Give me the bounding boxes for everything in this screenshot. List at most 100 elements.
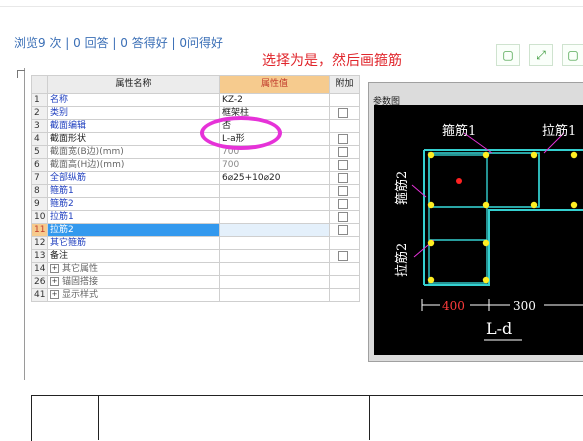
property-name[interactable]: + 锚固搭接 <box>47 275 220 289</box>
property-value[interactable] <box>219 223 330 237</box>
property-grid: 属性名称 属性值 附加 1 名称 KZ-2 2 类别 框架柱 3 截面编辑否 4 截面形状 L-a形… <box>31 75 360 302</box>
property-extra <box>329 210 360 224</box>
stirrup1-rect <box>428 152 540 208</box>
header-name[interactable]: 属性名称 <box>47 75 220 94</box>
property-name-label: 其它箍筋 <box>50 238 87 248</box>
property-name[interactable]: 类别 <box>47 106 220 120</box>
extra-checkbox[interactable] <box>338 198 348 209</box>
grid-row[interactable]: 12 其它箍筋 <box>31 236 360 250</box>
highlight-ellipse <box>200 116 282 150</box>
property-value[interactable] <box>219 184 330 198</box>
window-button[interactable]: ▢ <box>496 44 520 66</box>
property-name[interactable]: 其它箍筋 <box>47 236 220 250</box>
expand-icon[interactable]: + <box>50 290 59 299</box>
property-extra <box>329 158 360 172</box>
extra-checkbox[interactable] <box>338 107 348 118</box>
extra-checkbox[interactable] <box>338 211 348 222</box>
property-extra <box>329 132 360 146</box>
property-name[interactable]: 拉筋1 <box>47 210 220 224</box>
corner-mark <box>17 70 25 78</box>
extra-checkbox[interactable] <box>338 172 348 183</box>
property-name[interactable]: 备注 <box>47 249 220 263</box>
property-value[interactable]: 6⌀25+10⌀20 <box>219 171 330 185</box>
header-value[interactable]: 属性值 <box>219 75 330 94</box>
property-name-label: 截面形状 <box>50 134 87 144</box>
left-divider <box>24 68 25 380</box>
property-name-label: 拉筋1 <box>50 212 74 222</box>
property-value[interactable]: KZ-2 <box>219 93 330 107</box>
grid-header: 属性名称 属性值 附加 <box>31 75 360 94</box>
property-name[interactable]: 截面编辑 <box>47 119 220 133</box>
window-icon: ▢ <box>502 48 514 62</box>
property-extra <box>329 171 360 185</box>
property-name[interactable]: + 显示样式 <box>47 288 220 302</box>
property-name[interactable]: 截面高(H边)(mm) <box>47 158 220 172</box>
grid-row[interactable]: 5 截面宽(B边)(mm) 700 <box>31 145 360 159</box>
property-name-label: 拉筋2 <box>50 225 74 235</box>
row-number: 1 <box>31 93 48 107</box>
extra-checkbox[interactable] <box>338 146 348 157</box>
property-extra <box>329 197 360 211</box>
top-border <box>0 6 583 7</box>
property-name[interactable]: 箍筋2 <box>47 197 220 211</box>
question-stats: 浏览9 次 | 0 回答 | 0 答得好 | 0问得好 <box>14 36 223 50</box>
row-number: 11 <box>31 223 48 237</box>
grid-row[interactable]: 9 箍筋2 <box>31 197 360 211</box>
property-value[interactable] <box>219 197 330 211</box>
grid-row[interactable]: 3 截面编辑否 <box>31 119 360 133</box>
property-name[interactable]: 拉筋2 <box>47 223 220 237</box>
property-name[interactable]: 箍筋1 <box>47 184 220 198</box>
property-value[interactable] <box>219 288 330 302</box>
property-name-label: 其它属性 <box>62 264 99 274</box>
extra-checkbox[interactable] <box>338 185 348 196</box>
stirrup2-rect <box>428 154 488 284</box>
expand-icon[interactable]: + <box>50 277 59 286</box>
property-name[interactable]: 截面形状 <box>47 132 220 146</box>
label-tie1: 拉筋1 <box>542 123 576 139</box>
row-number: 4 <box>31 132 48 146</box>
row-number: 3 <box>31 119 48 133</box>
property-name-label: 全部纵筋 <box>50 173 87 183</box>
grid-row[interactable]: 4 截面形状 L-a形 <box>31 132 360 146</box>
expand-icon[interactable]: + <box>50 264 59 273</box>
grid-row[interactable]: 8 箍筋1 <box>31 184 360 198</box>
property-name-label: 显示样式 <box>62 290 99 300</box>
row-number: 6 <box>31 158 48 172</box>
extra-checkbox[interactable] <box>338 133 348 144</box>
grid-row[interactable]: 13 备注 <box>31 249 360 263</box>
property-name-label: 备注 <box>50 251 69 261</box>
row-number: 7 <box>31 171 48 185</box>
grid-row[interactable]: 26 + 锚固搭接 <box>31 275 360 289</box>
grid-row[interactable]: 1 名称 KZ-2 <box>31 93 360 107</box>
property-value[interactable] <box>219 210 330 224</box>
property-value[interactable]: 700 <box>219 158 330 172</box>
property-value[interactable] <box>219 236 330 250</box>
grid-row[interactable]: 6 截面高(H边)(mm) 700 <box>31 158 360 172</box>
grid-row[interactable]: 7 全部纵筋 6⌀25+10⌀20 <box>31 171 360 185</box>
property-extra <box>329 119 360 133</box>
property-value[interactable] <box>219 249 330 263</box>
parameter-panel: 参数图 箍筋1 拉筋1 箍筋2 拉筋2 400 300 L-d <box>368 82 583 362</box>
property-name[interactable]: 截面宽(B边)(mm) <box>47 145 220 159</box>
grid-row[interactable]: 2 类别 框架柱 <box>31 106 360 120</box>
label-tie2: 拉筋2 <box>394 243 410 277</box>
property-name-label: 箍筋2 <box>50 199 74 209</box>
property-value[interactable] <box>219 262 330 276</box>
property-name[interactable]: + 其它属性 <box>47 262 220 276</box>
property-extra <box>329 93 360 107</box>
extra-checkbox[interactable] <box>338 159 348 170</box>
label-dim2: 300 <box>513 299 536 313</box>
expand-button[interactable]: ⤢ <box>529 44 553 66</box>
extra-checkbox[interactable] <box>338 250 348 261</box>
diagram-svg: 箍筋1 拉筋1 箍筋2 拉筋2 400 300 L-d <box>394 123 583 341</box>
header-extra[interactable]: 附加 <box>329 75 360 94</box>
grid-row[interactable]: 41 + 显示样式 <box>31 288 360 302</box>
property-name[interactable]: 全部纵筋 <box>47 171 220 185</box>
restore-button[interactable]: ▢ <box>562 44 583 66</box>
property-value[interactable] <box>219 275 330 289</box>
grid-row[interactable]: 11 拉筋2 <box>31 223 360 237</box>
grid-row[interactable]: 14 + 其它属性 <box>31 262 360 276</box>
property-name[interactable]: 名称 <box>47 93 220 107</box>
extra-checkbox[interactable] <box>338 224 348 235</box>
grid-row[interactable]: 10 拉筋1 <box>31 210 360 224</box>
